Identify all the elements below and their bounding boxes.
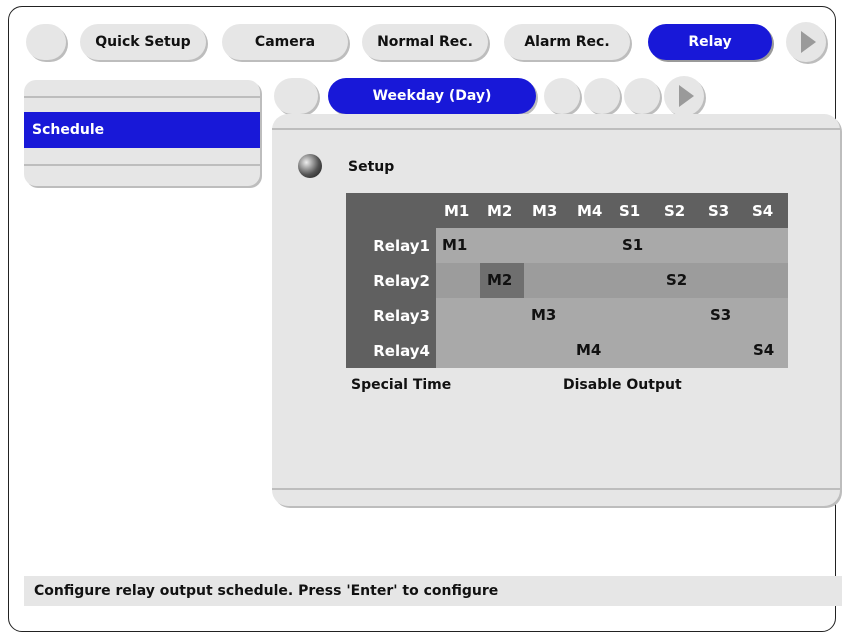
status-bar: Configure relay output schedule. Press '… [24,576,842,606]
tab-label: Alarm Rec. [524,34,610,50]
row-label-text: Relay4 [373,341,430,360]
divider [272,128,840,130]
setup-label: Setup [348,159,395,175]
cell-relay3-m: M3 [531,306,557,324]
column-header: S3 [708,202,730,220]
relay-schedule-grid[interactable]: M1 M2 M3 M4 S1 S2 S3 S4 Relay1 Relay2 Re… [346,193,788,368]
row-label-text: Relay3 [373,306,430,325]
status-text: Configure relay output schedule. Press '… [34,583,499,599]
subtab-blank[interactable] [544,78,580,114]
column-header: S4 [752,202,774,220]
cell-relay4-m: M4 [576,341,602,359]
divider [272,488,840,490]
cell-relay3-s: S3 [710,306,732,324]
row-label-text: Relay1 [373,236,430,255]
tab-label: Normal Rec. [377,34,473,50]
sidebar: Schedule [24,80,260,186]
special-time-label[interactable]: Special Time [351,377,451,393]
column-header: M2 [487,202,513,220]
tab-quick-setup[interactable]: Quick Setup [80,24,206,60]
tab-alarm-rec[interactable]: Alarm Rec. [504,24,630,60]
row-label-relay4: Relay4 [346,333,436,368]
bullet-icon [298,154,322,178]
column-header: M4 [577,202,603,220]
cell-relay1-s: S1 [622,236,644,254]
tab-normal-rec[interactable]: Normal Rec. [362,24,488,60]
cell-relay2-s: S2 [666,271,688,289]
row-label-relay3: Relay3 [346,298,436,333]
tab-blank-left [26,24,66,60]
sidebar-item-label: Schedule [32,122,105,138]
subtab-blank[interactable] [624,78,660,114]
next-subtab-arrow-icon[interactable] [664,76,704,116]
cell-relay2-m: M2 [487,271,513,289]
tab-label: Relay [688,34,732,50]
tab-camera[interactable]: Camera [222,24,348,60]
subtab-weekday-day[interactable]: Weekday (Day) [328,78,536,114]
subtab-blank[interactable] [584,78,620,114]
column-header: M1 [444,202,470,220]
subtab-label: Weekday (Day) [372,88,492,104]
divider [24,164,260,166]
cell-relay4-s: S4 [753,341,775,359]
column-header: S2 [664,202,686,220]
cell-relay1-m: M1 [442,236,468,254]
tab-label: Camera [254,34,316,50]
tab-label: Quick Setup [95,34,191,50]
subtab-blank-left [274,78,318,114]
row-label-text: Relay2 [373,271,430,290]
column-header: M3 [532,202,558,220]
row-label-relay1: Relay1 [346,228,436,263]
divider [24,96,260,98]
next-tab-arrow-icon[interactable] [786,22,826,62]
disable-output-label[interactable]: Disable Output [563,377,682,393]
tab-relay[interactable]: Relay [648,24,772,60]
row-label-relay2: Relay2 [346,263,436,298]
sidebar-item-schedule[interactable]: Schedule [24,112,260,148]
column-header: S1 [619,202,641,220]
